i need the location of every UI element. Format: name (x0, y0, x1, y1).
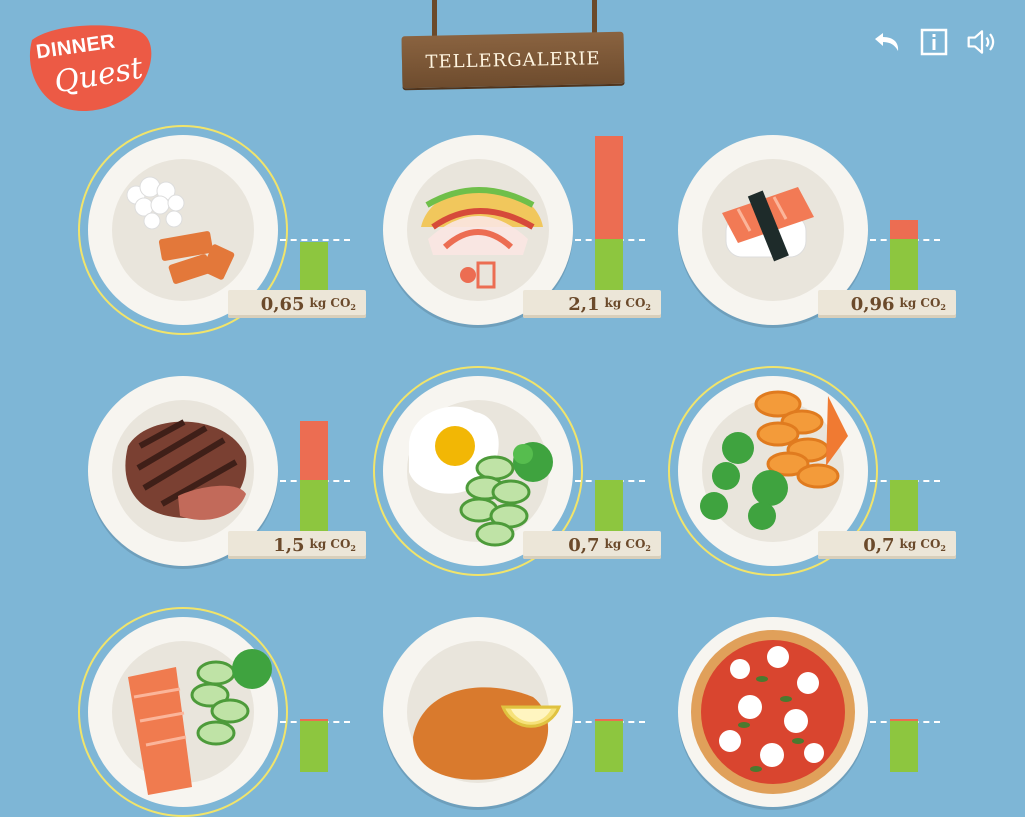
food-salmon-sushi (722, 187, 814, 262)
co2-bar-within-limit (595, 239, 623, 290)
co2-unit-subscript: 2 (350, 302, 356, 312)
co2-bar-over-limit (300, 719, 328, 721)
co2-unit: kg CO2 (309, 537, 356, 553)
co2-bar-over-limit (890, 220, 918, 239)
co2-bar-within-limit (300, 721, 328, 772)
sign-board: TELLERGALERIE (401, 31, 625, 89)
plate-card[interactable]: 0,65 kg CO2 (78, 125, 368, 335)
co2-bar-within-limit (300, 242, 328, 290)
plate[interactable] (678, 135, 868, 325)
co2-bar-within-limit (890, 721, 918, 772)
plate[interactable] (88, 135, 278, 325)
plate[interactable] (383, 617, 573, 807)
co2-bar-within-limit (890, 480, 918, 531)
co2-unit-subscript: 2 (940, 543, 946, 553)
co2-unit-subscript: 2 (645, 302, 651, 312)
food-fish-fingers-and-cauliflower (126, 176, 235, 284)
plate-card[interactable]: 2,1 kg CO2 (373, 125, 663, 335)
limit-line (280, 239, 350, 241)
sign-rope-right (592, 0, 597, 36)
plate-card[interactable] (668, 607, 958, 817)
food-pizza (691, 630, 855, 794)
co2-unit-subscript: 2 (350, 543, 356, 553)
food-carrots-broccoli (700, 390, 848, 530)
plate[interactable] (383, 376, 573, 566)
page-title: TELLERGALERIE (425, 47, 601, 73)
plate[interactable] (88, 617, 278, 807)
food-schnitzel-lemon (413, 687, 562, 780)
co2-unit: kg CO2 (604, 537, 651, 553)
plate-card[interactable] (78, 607, 368, 817)
plate-card[interactable]: 1,5 kg CO2 (78, 366, 368, 576)
co2-bar-over-limit (300, 421, 328, 480)
co2-bar-within-limit (595, 480, 623, 531)
food-tacos (421, 187, 543, 289)
sound-icon[interactable] (966, 26, 998, 58)
info-icon[interactable] (918, 26, 950, 58)
title-sign: TELLERGALERIE (400, 0, 626, 92)
co2-unit-subscript: 2 (645, 543, 651, 553)
co2-bar-within-limit (300, 480, 328, 531)
plate-card[interactable]: 0,7 kg CO2 (668, 366, 958, 576)
co2-unit: kg CO2 (309, 296, 356, 312)
co2-unit: kg CO2 (604, 296, 651, 312)
co2-bar-within-limit (595, 721, 623, 772)
back-icon[interactable] (870, 26, 902, 58)
plate[interactable] (383, 135, 573, 325)
dinner-quest-logo: DINNER Quest (24, 22, 154, 114)
plate-card[interactable]: 0,96 kg CO2 (668, 125, 958, 335)
food-egg-cucumber-broccoli (409, 406, 553, 547)
sign-rope-left (432, 0, 437, 36)
plate-card[interactable]: 0,7 kg CO2 (373, 366, 663, 576)
co2-bar-within-limit (890, 239, 918, 290)
co2-bar-over-limit (595, 136, 623, 239)
co2-unit-subscript: 2 (940, 302, 946, 312)
co2-unit: kg CO2 (899, 537, 946, 553)
co2-unit: kg CO2 (899, 296, 946, 312)
food-salmon-cucumber-broccoli (128, 649, 272, 795)
co2-bar-over-limit (595, 719, 623, 721)
plate[interactable] (678, 617, 868, 807)
co2-bar-over-limit (890, 719, 918, 721)
plate[interactable] (88, 376, 278, 566)
plate[interactable] (678, 376, 868, 566)
plate-card[interactable] (373, 607, 663, 817)
food-steak (125, 419, 247, 520)
